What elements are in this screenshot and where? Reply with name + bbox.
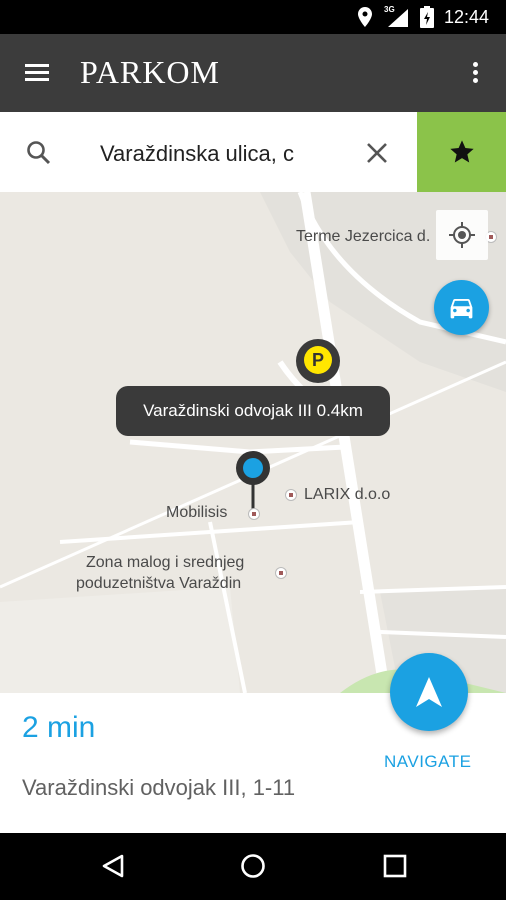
location-icon xyxy=(358,7,372,27)
status-time: 12:44 xyxy=(444,7,490,27)
map-label-mobilisis: Mobilisis xyxy=(166,504,228,521)
poi-marker xyxy=(286,490,296,500)
car-icon xyxy=(450,299,473,319)
navigate-button[interactable] xyxy=(390,653,468,731)
back-icon[interactable] xyxy=(100,853,126,879)
search-input[interactable]: Varaždinska ulica, c xyxy=(100,138,320,170)
home-icon[interactable] xyxy=(240,853,266,879)
route-tooltip: Varaždinski odvojak III 0.4km xyxy=(116,386,390,436)
app-bar: PARKOM xyxy=(0,34,506,112)
map-label-terme: Terme Jezercica d. xyxy=(296,228,431,245)
search-bar: Varaždinska ulica, c xyxy=(0,112,506,192)
map-label-zona-line2: poduzetništva Varaždin xyxy=(76,575,242,592)
system-nav-bar xyxy=(0,833,506,900)
parking-marker[interactable]: P xyxy=(296,339,340,383)
navigate-label[interactable]: NAVIGATE xyxy=(384,752,471,772)
location-pin-icon xyxy=(236,451,270,514)
route-address: Varaždinski odvojak III, 1-11 xyxy=(22,775,296,800)
poi-marker xyxy=(276,568,286,578)
search-icon xyxy=(27,141,51,165)
parking-marker-label: P xyxy=(304,346,332,374)
map-label-zona-line1: Zona malog i srednjeg xyxy=(86,554,245,571)
recents-icon[interactable] xyxy=(382,853,408,879)
navigation-arrow-icon xyxy=(416,677,442,707)
map-label-larix: LARIX d.o.o xyxy=(304,486,391,503)
signal-icon xyxy=(388,9,408,27)
battery-icon xyxy=(420,6,434,28)
my-location-button[interactable] xyxy=(436,210,488,260)
more-vertical-icon[interactable] xyxy=(464,58,486,88)
favorite-button[interactable] xyxy=(417,112,506,192)
route-duration: 2 min xyxy=(22,711,96,744)
app-logo: PARKOM xyxy=(80,54,220,90)
hamburger-menu-icon[interactable] xyxy=(20,58,54,88)
my-location-icon xyxy=(449,222,475,248)
star-icon xyxy=(450,140,474,163)
poi-marker xyxy=(249,509,259,519)
map-view[interactable]: Terme Jezercica d. P Varaždinski odvojak… xyxy=(0,192,506,693)
car-button[interactable] xyxy=(434,280,489,335)
close-icon[interactable] xyxy=(364,140,390,166)
map-roads xyxy=(0,192,506,693)
status-bar: 3G 12:44 xyxy=(0,0,506,34)
